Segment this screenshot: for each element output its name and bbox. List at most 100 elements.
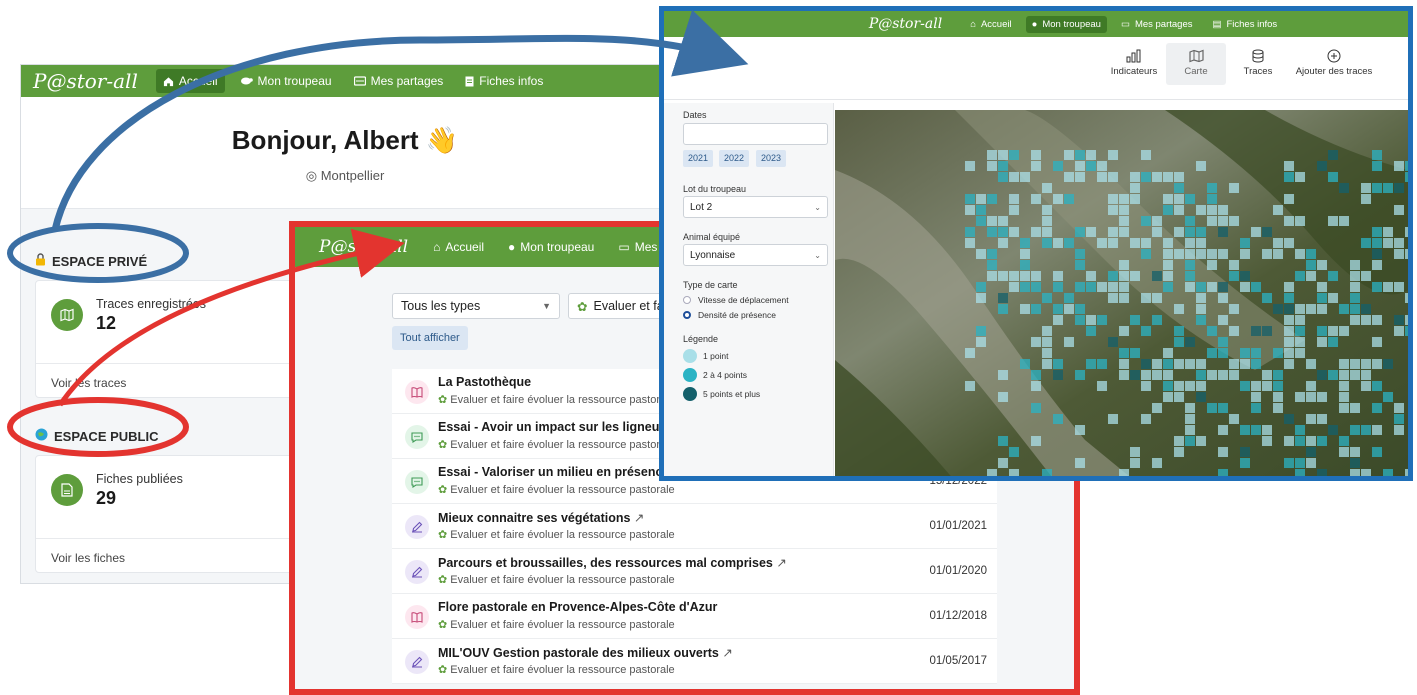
density-cell: [1053, 315, 1063, 325]
density-cell: [1350, 425, 1360, 435]
radio-densite[interactable]: Densité de présence: [683, 310, 776, 320]
location-pin-icon: ◎: [305, 168, 318, 183]
density-cell: [1097, 315, 1107, 325]
type-filter-select[interactable]: Tous les types ▼: [392, 293, 560, 319]
density-cell: [1086, 359, 1096, 369]
density-cell: [1152, 271, 1162, 281]
density-cell: [1042, 359, 1052, 369]
density-cell: [998, 227, 1008, 237]
density-cell: [1053, 304, 1063, 314]
density-cell: [1097, 381, 1107, 391]
fiche-category: ✿ Evaluer et faire évoluer la ressource …: [438, 394, 675, 406]
nav-mon-troupeau[interactable]: ● Mon troupeau: [1025, 15, 1107, 33]
year-2021-chip[interactable]: 2021: [683, 150, 714, 167]
density-cell: [1394, 249, 1404, 259]
density-cell: [1053, 359, 1063, 369]
density-cell: [1317, 392, 1327, 402]
density-cell: [1284, 359, 1294, 369]
density-cell: [965, 194, 975, 204]
legend-text: 5 points et plus: [703, 389, 761, 399]
nav-mon-troupeau[interactable]: Mon troupeau: [233, 69, 339, 93]
fiche-row[interactable]: Flore pastorale en Provence-Alpes-Côte d…: [392, 594, 997, 639]
density-cell: [1306, 447, 1316, 457]
density-cell: [1031, 304, 1041, 314]
nav-label: Mes partages: [1134, 18, 1193, 30]
nav-accueil[interactable]: ⌂ Accueil: [426, 235, 491, 259]
density-cell: [1394, 414, 1404, 424]
fiche-row[interactable]: Mieux connaitre ses végétations ↗ ✿ Evalu…: [392, 504, 997, 549]
satellite-map[interactable]: [835, 110, 1408, 481]
tab-traces[interactable]: Traces: [1228, 49, 1288, 77]
tab-ajouter-traces[interactable]: Ajouter des traces: [1294, 49, 1374, 77]
tab-indicateurs[interactable]: Indicateurs: [1104, 49, 1164, 77]
legend-text: 2 à 4 points: [703, 370, 747, 380]
density-cell: [1196, 227, 1206, 237]
density-cell: [1394, 238, 1404, 248]
density-cell: [1020, 260, 1030, 270]
density-cell: [1306, 304, 1316, 314]
home-icon: ⌂: [433, 240, 441, 254]
density-cell: [1218, 315, 1228, 325]
nav-mes-partages[interactable]: ▭ Mes partages: [1115, 16, 1199, 33]
density-cell: [998, 161, 1008, 171]
density-cell: [1284, 161, 1294, 171]
lot-select[interactable]: Lot 2 ⌄: [683, 196, 828, 218]
density-cell: [1284, 238, 1294, 248]
animal-select[interactable]: Lyonnaise ⌄: [683, 244, 828, 266]
external-link-icon: ↗: [776, 556, 787, 570]
density-cell: [1152, 458, 1162, 468]
nav-mon-troupeau[interactable]: ● Mon troupeau: [501, 235, 601, 259]
nav-fiches-infos[interactable]: ▤ Fiches infos: [1207, 16, 1284, 33]
density-cell: [1196, 304, 1206, 314]
density-cell: [1361, 183, 1371, 193]
nav-label: Accueil: [445, 240, 485, 254]
nav-accueil[interactable]: ⌂ Accueil: [964, 16, 1017, 33]
density-cell: [1240, 348, 1250, 358]
nav-accueil[interactable]: Accueil: [155, 69, 225, 93]
density-cell: [1383, 227, 1393, 237]
density-cell: [1174, 249, 1184, 259]
density-cell: [1317, 469, 1327, 476]
year-2022-chip[interactable]: 2022: [719, 150, 750, 167]
density-cell: [1174, 227, 1184, 237]
show-all-button[interactable]: Tout afficher: [392, 326, 468, 350]
density-cell: [1174, 447, 1184, 457]
tab-carte[interactable]: Carte: [1166, 43, 1226, 85]
map-topbar: P@stor-all ⌂ Accueil ● Mon troupeau ▭ Mes p…: [664, 11, 1408, 37]
fiche-date: 01/01/2020: [929, 565, 987, 577]
density-cell: [1328, 150, 1338, 160]
density-cell: [1372, 381, 1382, 391]
density-cell: [1141, 216, 1151, 226]
density-cell: [1163, 381, 1173, 391]
fiche-row[interactable]: MIL'OUV Gestion pastorale des milieux ou…: [392, 639, 997, 684]
density-cell: [1372, 150, 1382, 160]
dates-input[interactable]: [683, 123, 828, 145]
density-cell: [1075, 315, 1085, 325]
density-cell: [1163, 271, 1173, 281]
density-cell: [1317, 161, 1327, 171]
year-2023-chip[interactable]: 2023: [756, 150, 787, 167]
app-logo[interactable]: P@stor-all: [319, 237, 408, 257]
density-cell: [1075, 370, 1085, 380]
density-cell: [1031, 150, 1041, 160]
density-cell: [1229, 216, 1239, 226]
density-cell: [1119, 359, 1129, 369]
density-cell: [1042, 293, 1052, 303]
density-cell: [1317, 436, 1327, 446]
density-cell: [1405, 315, 1408, 325]
density-cell: [1163, 205, 1173, 215]
density-cell: [1042, 183, 1052, 193]
density-cell: [1185, 194, 1195, 204]
density-cell: [1251, 359, 1261, 369]
nav-mes-partages[interactable]: Mes partages: [347, 69, 451, 93]
fiche-row[interactable]: Parcours et broussailles, des ressources…: [392, 549, 997, 594]
radio-vitesse[interactable]: Vitesse de déplacement: [683, 295, 789, 305]
density-cell: [1317, 304, 1327, 314]
density-cell: [1251, 381, 1261, 391]
density-cell: [1306, 249, 1316, 259]
density-cell: [1372, 227, 1382, 237]
nav-fiches-infos[interactable]: Fiches infos: [458, 69, 550, 93]
app-logo[interactable]: P@stor-all: [33, 69, 138, 93]
density-cell: [1251, 425, 1261, 435]
app-logo[interactable]: P@stor-all: [869, 16, 942, 32]
